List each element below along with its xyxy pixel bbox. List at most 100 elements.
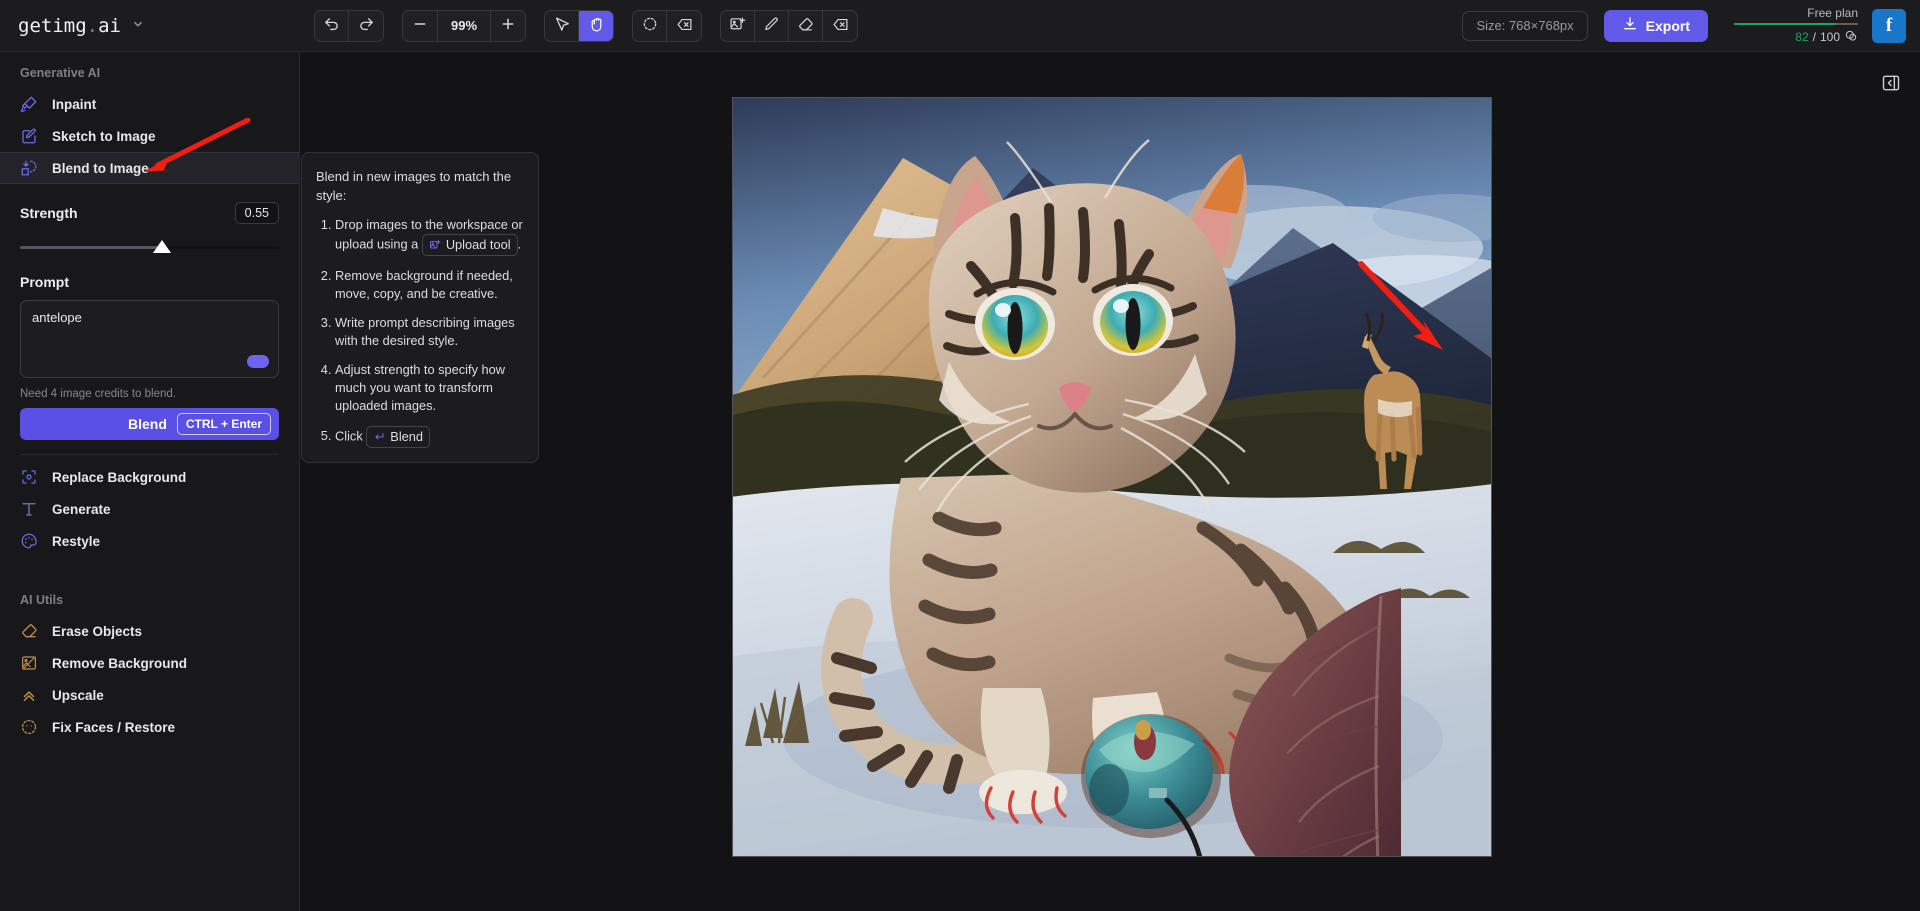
plan-label: Free plan (1807, 6, 1858, 20)
sidebar-item-label: Inpaint (52, 97, 96, 112)
sidebar-item-blend-to-image[interactable]: Blend to Image (0, 152, 299, 184)
plan-total-count: 100 (1820, 30, 1840, 44)
edit-group (720, 10, 858, 42)
brush-icon (20, 95, 38, 113)
sidebar-item-replace-background[interactable]: Replace Background (0, 461, 299, 493)
tooltip-step-suffix: . (518, 236, 522, 251)
generated-artwork[interactable] (732, 97, 1492, 857)
tooltip-step-text: Click (335, 428, 363, 443)
prompt-label: Prompt (20, 274, 279, 290)
slider-knob[interactable] (153, 240, 171, 253)
tooltip-step: Adjust strength to specify how much you … (335, 361, 524, 415)
blend-shortcut-hint: CTRL + Enter (177, 413, 271, 435)
blend-chip[interactable]: Blend (366, 426, 430, 448)
sidebar-item-label: Upscale (52, 688, 104, 703)
zoom-out-button[interactable] (403, 11, 437, 41)
brand-dot: . (87, 15, 98, 37)
enter-key-icon (373, 431, 385, 443)
backspace-icon (676, 16, 693, 36)
tooltip-step: Drop images to the workspace or upload u… (335, 216, 524, 256)
face-icon (20, 718, 38, 736)
eraser-icon (797, 16, 814, 36)
prompt-enhance-badge[interactable] (247, 355, 269, 368)
draw-tool-button[interactable] (755, 11, 789, 41)
brand-logo[interactable]: getimg.ai (0, 0, 300, 52)
blend-help-tooltip: Blend in new images to match the style: … (301, 152, 539, 463)
pointer-group (544, 10, 614, 42)
sidebar-item-label: Blend to Image (52, 161, 149, 176)
backspace-icon (832, 16, 849, 36)
eraser-tool-button[interactable] (789, 11, 823, 41)
remove-background-icon (20, 654, 38, 672)
chevron-down-icon[interactable] (131, 17, 145, 34)
redo-button[interactable] (349, 11, 383, 41)
sidebar-item-label: Fix Faces / Restore (52, 720, 175, 735)
sidebar-item-upscale[interactable]: Upscale (0, 679, 299, 711)
image-plus-icon (429, 239, 441, 251)
sidebar-item-label: Replace Background (52, 470, 186, 485)
tooltip-step: Click Blend (335, 426, 524, 448)
select-tool-button[interactable] (545, 11, 579, 41)
left-sidebar: Generative AI Inpaint Sketch to Image Bl… (0, 52, 300, 911)
zoom-level-label[interactable]: 99% (437, 11, 491, 41)
plan-used-count: 82 (1795, 30, 1808, 44)
credits-icon (1844, 29, 1858, 46)
dashed-circle-icon (642, 16, 658, 35)
sidebar-item-inpaint[interactable]: Inpaint (0, 88, 299, 120)
upload-tool-chip[interactable]: Upload tool (422, 234, 518, 256)
strength-value[interactable]: 0.55 (235, 202, 279, 224)
blend-to-image-panel: Strength 0.55 Prompt antelope Need 4 ima… (0, 184, 299, 455)
lasso-select-button[interactable] (633, 11, 667, 41)
export-button[interactable]: Export (1604, 10, 1708, 42)
palette-icon (20, 532, 38, 550)
selection-group (632, 10, 702, 42)
cursor-icon (553, 16, 570, 36)
clear-selection-button[interactable] (667, 11, 701, 41)
strength-label: Strength (20, 205, 78, 221)
prompt-input[interactable]: antelope (20, 300, 279, 378)
plan-separator: / (1813, 30, 1816, 44)
prompt-value: antelope (32, 310, 82, 325)
tooltip-step: Remove background if needed, move, copy,… (335, 267, 524, 303)
sidebar-item-remove-background[interactable]: Remove Background (0, 647, 299, 679)
undo-icon (323, 16, 340, 36)
canvas-workspace[interactable] (300, 52, 1920, 911)
brand-name-text: getimg (18, 15, 87, 37)
upload-tool-button[interactable] (721, 11, 755, 41)
sidebar-item-sketch-to-image[interactable]: Sketch to Image (0, 120, 299, 152)
sidebar-item-restyle[interactable]: Restyle (0, 525, 299, 557)
sidebar-item-label: Sketch to Image (52, 129, 156, 144)
blend-chip-label: Blend (390, 428, 423, 446)
redo-icon (358, 16, 375, 36)
sidebar-item-fix-faces-restore[interactable]: Fix Faces / Restore (0, 711, 299, 743)
strength-slider[interactable] (20, 238, 279, 258)
zoom-in-button[interactable] (491, 11, 525, 41)
tooltip-heading: Blend in new images to match the style: (316, 167, 524, 205)
blend-icon (20, 159, 38, 177)
artwork-svg (733, 98, 1491, 856)
plan-usage[interactable]: Free plan 82 / 100 (1730, 6, 1858, 46)
plan-counts: 82 / 100 (1795, 29, 1858, 46)
canvas-size-label: Size: 768×768px (1462, 11, 1587, 41)
undo-button[interactable] (315, 11, 349, 41)
sidebar-item-erase-objects[interactable]: Erase Objects (0, 615, 299, 647)
sidebar-item-generate[interactable]: Generate (0, 493, 299, 525)
sidebar-item-label: Erase Objects (52, 624, 142, 639)
pan-tool-button[interactable] (579, 11, 613, 41)
facebook-button[interactable]: f (1872, 9, 1906, 43)
facebook-icon: f (1886, 15, 1892, 37)
blend-button-label: Blend (128, 416, 167, 432)
brand-name: getimg.ai (18, 15, 121, 37)
top-toolbar: getimg.ai (0, 0, 1920, 52)
section-title-ai-utils: AI Utils (0, 557, 299, 615)
image-plus-icon (729, 16, 746, 36)
history-group (314, 10, 384, 42)
upload-tool-chip-label: Upload tool (446, 236, 511, 254)
download-icon (1622, 16, 1638, 35)
pencil-icon (763, 16, 780, 36)
pencil-square-icon (20, 127, 38, 145)
right-panel-toggle-button[interactable] (1876, 68, 1906, 102)
blend-button[interactable]: Blend CTRL + Enter (20, 408, 279, 440)
tooltip-step: Write prompt describing images with the … (335, 314, 524, 350)
delete-tool-button[interactable] (823, 11, 857, 41)
